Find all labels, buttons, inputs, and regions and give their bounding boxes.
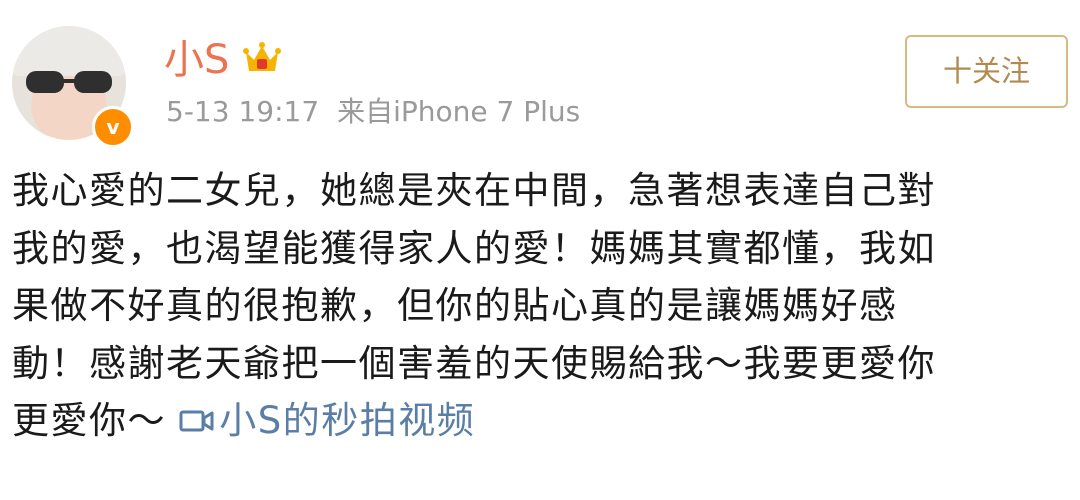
post-content-line: 更愛你～ 小S的秒拍视频 [12,392,1068,450]
post-content-line: 果做不好真的很抱歉，但你的貼心真的是讓媽媽好感 [12,284,898,327]
post-content-tail: 更愛你～ [12,399,180,442]
post-content: 我心愛的二女兒，她總是夾在中間，急著想表達自己對 我的愛，也渴望能獲得家人的愛！… [12,162,1068,450]
post-timestamp[interactable]: 5-13 19:17 [166,95,319,128]
post-content-line: 我的愛，也渴望能獲得家人的愛！媽媽其實都懂，我如 [12,226,936,270]
post-source: 来自iPhone 7 Plus [337,95,581,128]
follow-button[interactable]: 十关注 [905,35,1068,108]
video-link-label: 小S的秒拍视频 [219,399,476,442]
post-content-line: 我心愛的二女兒，她總是夾在中間，急著想表達自己對 [12,169,936,212]
username-link[interactable]: 小S [164,36,229,84]
video-link[interactable]: 小S的秒拍视频 [179,399,475,442]
crown-icon[interactable] [242,38,282,78]
avatar-hat [12,26,126,76]
post-meta: 5-13 19:17 来自iPhone 7 Plus [166,94,580,130]
post-content-line: 動！感謝老天爺把一個害羞的天使賜給我～我要更愛你 [12,341,936,385]
verified-badge-icon: v [92,106,134,148]
video-camera-icon [179,410,214,432]
avatar-glasses [26,71,112,93]
